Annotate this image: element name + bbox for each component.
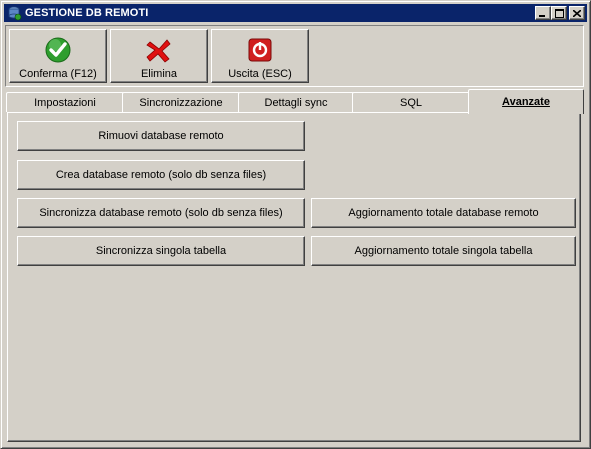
toolbar: Conferma (F12) Elimina Uscita (ESC) — [5, 25, 584, 87]
tab-sincronizzazione[interactable]: Sincronizzazione — [122, 92, 240, 112]
delete-button[interactable]: Elimina — [110, 29, 208, 83]
tab-dettagli-sync[interactable]: Dettagli sync — [238, 92, 354, 112]
title-bar[interactable]: GESTIONE DB REMOTI — [4, 4, 587, 22]
full-update-remote-db-button[interactable]: Aggiornamento totale database remoto — [311, 198, 576, 228]
sync-single-table-button[interactable]: Sincronizza singola tabella — [17, 236, 305, 266]
tab-label: Avanzate — [502, 96, 550, 108]
tab-avanzate[interactable]: Avanzate — [468, 89, 584, 114]
delete-x-icon — [146, 39, 171, 63]
create-remote-db-button[interactable]: Crea database remoto (solo db senza file… — [17, 160, 305, 190]
close-icon — [573, 9, 581, 17]
minimize-button[interactable] — [535, 6, 551, 20]
tab-sql[interactable]: SQL — [352, 92, 470, 112]
tab-impostazioni[interactable]: Impostazioni — [6, 92, 124, 112]
tab-label: SQL — [399, 96, 422, 109]
tab-label: Dettagli sync — [264, 96, 328, 109]
exit-label: Uscita (ESC) — [228, 68, 292, 80]
close-button[interactable] — [569, 6, 585, 20]
confirm-label: Conferma (F12) — [19, 68, 97, 80]
exit-icon — [248, 38, 272, 62]
check-icon — [45, 37, 71, 63]
minimize-icon — [539, 14, 545, 17]
main-window: GESTIONE DB REMOTI Conferma (F12) Elimin… — [0, 0, 591, 449]
database-sync-icon — [8, 6, 22, 21]
maximize-button[interactable] — [551, 6, 567, 20]
tab-label: Sincronizzazione — [139, 96, 223, 109]
remove-remote-db-button[interactable]: Rimuovi database remoto — [17, 121, 305, 151]
delete-label: Elimina — [140, 68, 178, 80]
full-update-single-table-button[interactable]: Aggiornamento totale singola tabella — [311, 236, 576, 266]
exit-button[interactable]: Uscita (ESC) — [211, 29, 309, 83]
confirm-button[interactable]: Conferma (F12) — [9, 29, 107, 83]
sync-remote-db-button[interactable]: Sincronizza database remoto (solo db sen… — [17, 198, 305, 228]
window-title: GESTIONE DB REMOTI — [25, 7, 149, 19]
maximize-icon — [554, 8, 564, 18]
tab-label: Impostazioni — [34, 96, 96, 109]
